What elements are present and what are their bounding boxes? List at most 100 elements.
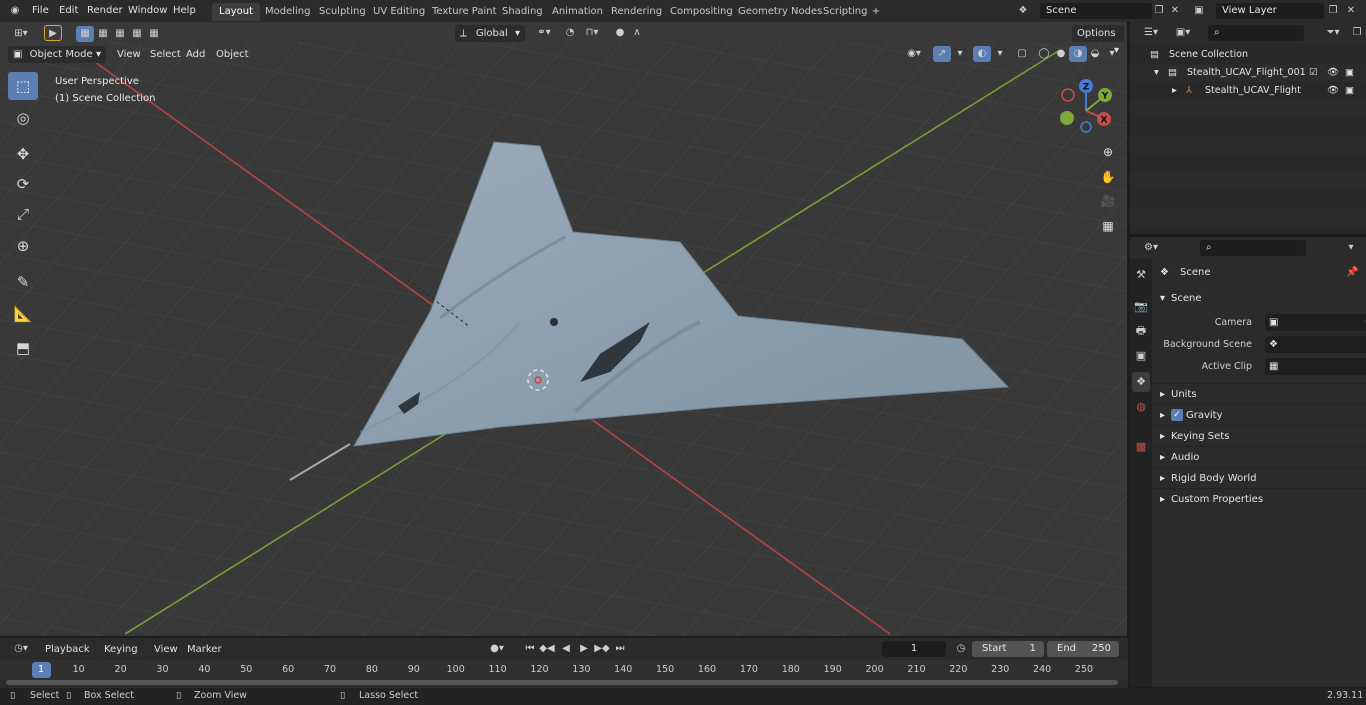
camera-field[interactable]: ▣ ✒ — [1265, 314, 1366, 331]
outliner-row-scene-collection[interactable]: ▤ Scene Collection — [1130, 46, 1366, 64]
overlay-toggle-icon[interactable]: ◐ — [973, 46, 991, 62]
3d-viewport[interactable]: ⊞▾ ▶ ▦ ▦ ▦ ▦ ▦ ⟂ Global ▾ ⚭▾ ◔ ⊓▾ ● ∧ Op… — [0, 22, 1128, 636]
select-invert-icon[interactable]: ▦ — [128, 26, 146, 42]
tab-sculpting[interactable]: Sculpting — [312, 3, 373, 21]
tab-tool-icon[interactable]: ⚒ — [1132, 265, 1150, 285]
scale-tool-icon[interactable]: ⤢ — [8, 200, 38, 228]
pin-icon[interactable]: 📌 — [1346, 262, 1358, 283]
tab-modeling[interactable]: Modeling — [258, 3, 318, 21]
scene-selector-icon[interactable]: ❖ — [1014, 3, 1032, 19]
render-camera-icon[interactable]: ▣ — [1345, 82, 1354, 100]
properties-editor-icon[interactable]: ⚙▾ — [1138, 240, 1164, 256]
shading-dropdown-icon[interactable]: ▾ — [1103, 46, 1121, 62]
select-intersect-icon[interactable]: ▦ — [145, 26, 163, 42]
tab-render-icon[interactable]: 📷 — [1132, 297, 1150, 317]
mode-dropdown[interactable]: ▣ Object Mode ▾ — [8, 46, 106, 63]
tab-texture-paint[interactable]: Texture Paint — [425, 3, 504, 21]
units-panel-header[interactable]: ▸ Units — [1152, 383, 1366, 404]
display-mode-icon[interactable]: ▣▾ — [1170, 25, 1196, 41]
render-camera-icon[interactable]: ▣ — [1345, 64, 1354, 82]
end-frame-field[interactable]: End 250 — [1047, 641, 1119, 657]
tab-view-layer-icon[interactable]: ▣ — [1132, 346, 1150, 366]
select-box-tool-icon[interactable]: ⬚ — [8, 72, 38, 100]
properties-search-input[interactable]: ⌕ — [1200, 240, 1306, 256]
prev-keyframe-icon[interactable]: ◆◀ — [538, 641, 556, 657]
pivot-point-icon[interactable]: ⚭▾ — [532, 25, 556, 41]
next-keyframe-icon[interactable]: ▶◆ — [593, 641, 611, 657]
visibility-eye-icon[interactable]: 👁 — [1327, 64, 1339, 82]
outliner-editor-icon[interactable]: ☰▾ — [1138, 25, 1164, 41]
outliner-row-object[interactable]: ▸ ⅄ Stealth_UCAV_Flight 👁 ▣ — [1130, 82, 1366, 100]
keying-sets-panel-header[interactable]: ▸ Keying Sets — [1152, 425, 1366, 446]
tab-animation[interactable]: Animation — [545, 3, 610, 21]
outliner-search-input[interactable]: ⌕ — [1208, 25, 1304, 41]
timeline-scrollbar[interactable] — [6, 680, 1118, 685]
menu-object[interactable]: Object — [211, 46, 254, 63]
filter-icon[interactable]: ⏷▾ — [1320, 25, 1346, 41]
tab-uv-editing[interactable]: UV Editing — [366, 3, 432, 21]
jump-start-icon[interactable]: ⏮ — [521, 641, 539, 657]
timeline-view-menu[interactable]: View — [149, 641, 183, 658]
select-new-icon[interactable]: ▦ — [76, 26, 94, 42]
outliner-row-collection[interactable]: ▾ ▤ Stealth_UCAV_Flight_001 ☑ 👁 ▣ — [1130, 64, 1366, 82]
close-scene-icon[interactable]: ✕ — [1166, 3, 1184, 19]
material-shading-icon[interactable]: ◑ — [1069, 46, 1087, 62]
measure-tool-icon[interactable]: 📐 — [8, 300, 38, 328]
falloff-icon[interactable]: ∧ — [628, 25, 646, 41]
jump-end-icon[interactable]: ⏭ — [611, 641, 629, 657]
view-layer-icon[interactable]: ▣ — [1190, 3, 1208, 19]
play-icon[interactable]: ▶ — [575, 641, 593, 657]
snap-target-icon[interactable]: ⊓▾ — [580, 25, 604, 41]
wireframe-shading-icon[interactable]: ◯ — [1035, 46, 1053, 62]
scene-name-field[interactable]: Scene — [1040, 3, 1152, 19]
blender-logo-icon[interactable]: ◉ — [6, 3, 24, 19]
tab-output-icon[interactable]: 🖶 — [1132, 321, 1150, 341]
gizmo-dropdown-icon[interactable]: ▾ — [951, 46, 969, 62]
menu-file[interactable]: File — [28, 3, 53, 19]
scene-panel-header[interactable]: ▾ Scene — [1152, 288, 1366, 309]
add-workspace-icon[interactable]: + — [867, 4, 885, 20]
move-tool-icon[interactable]: ✥ — [8, 140, 38, 168]
camera-view-icon[interactable]: 🎥 — [1097, 190, 1119, 212]
timeline-editor-icon[interactable]: ◷▾ — [8, 641, 34, 657]
timeline-ruler[interactable]: 1 10 20 30 40 50 60 70 80 90 100 110 120 130 140 150 160… — [0, 660, 1128, 680]
rigid-body-panel-header[interactable]: ▸ Rigid Body World — [1152, 467, 1366, 488]
marker-menu[interactable]: Marker — [182, 641, 227, 658]
custom-properties-panel-header[interactable]: ▸ Custom Properties — [1152, 488, 1366, 509]
transform-tool-icon[interactable]: ⊕ — [8, 232, 38, 260]
tab-scripting[interactable]: Scripting — [816, 3, 874, 21]
close-view-layer-icon[interactable]: ✕ — [1342, 3, 1360, 19]
rotate-tool-icon[interactable]: ⟳ — [8, 170, 38, 198]
proportional-edit-icon[interactable]: ● — [611, 25, 629, 41]
active-clip-field[interactable]: ▦ — [1265, 358, 1366, 375]
annotate-tool-icon[interactable]: ✎ — [8, 268, 38, 296]
menu-window[interactable]: Window — [124, 3, 171, 19]
view-layer-field[interactable]: View Layer — [1216, 3, 1324, 19]
menu-help[interactable]: Help — [169, 3, 200, 19]
gravity-panel-header[interactable]: ▸ ✓ Gravity — [1152, 404, 1366, 425]
tab-world-icon[interactable]: ◍ — [1132, 397, 1150, 417]
expand-arrow-icon[interactable]: ▸ — [1172, 82, 1177, 100]
overlay-dropdown-icon[interactable]: ▾ — [991, 46, 1009, 62]
pan-view-icon[interactable]: ✋ — [1097, 166, 1119, 188]
options-dropdown[interactable]: Options ▾ — [1072, 25, 1124, 56]
visibility-icon[interactable]: ◉▾ — [902, 46, 926, 62]
menu-edit[interactable]: Edit — [55, 3, 82, 19]
rendered-shading-icon[interactable]: ◒ — [1086, 46, 1104, 62]
new-collection-icon[interactable]: ❐ — [1348, 25, 1366, 41]
menu-render[interactable]: Render — [83, 3, 127, 19]
editor-type-icon[interactable]: ⊞▾ — [8, 26, 34, 42]
snap-toggle-icon[interactable]: ◔ — [561, 25, 579, 41]
preview-range-icon[interactable]: ◷ — [952, 641, 970, 657]
add-cube-tool-icon[interactable]: ⬒ — [8, 334, 38, 362]
tab-scene-icon[interactable]: ❖ — [1132, 372, 1150, 392]
current-frame-field[interactable]: 1 — [882, 641, 946, 657]
expand-arrow-icon[interactable]: ▾ — [1154, 64, 1159, 82]
properties-options-icon[interactable]: ▾ — [1342, 240, 1360, 256]
xray-icon[interactable]: ▢ — [1013, 46, 1031, 62]
transform-orientation-dropdown[interactable]: ⟂ Global ▾ — [455, 25, 525, 42]
new-view-layer-icon[interactable]: ❐ — [1324, 3, 1342, 19]
cursor-tool-icon[interactable]: ◎ — [8, 104, 38, 132]
audio-panel-header[interactable]: ▸ Audio — [1152, 446, 1366, 467]
gizmo-toggle-icon[interactable]: ↗ — [933, 46, 951, 62]
